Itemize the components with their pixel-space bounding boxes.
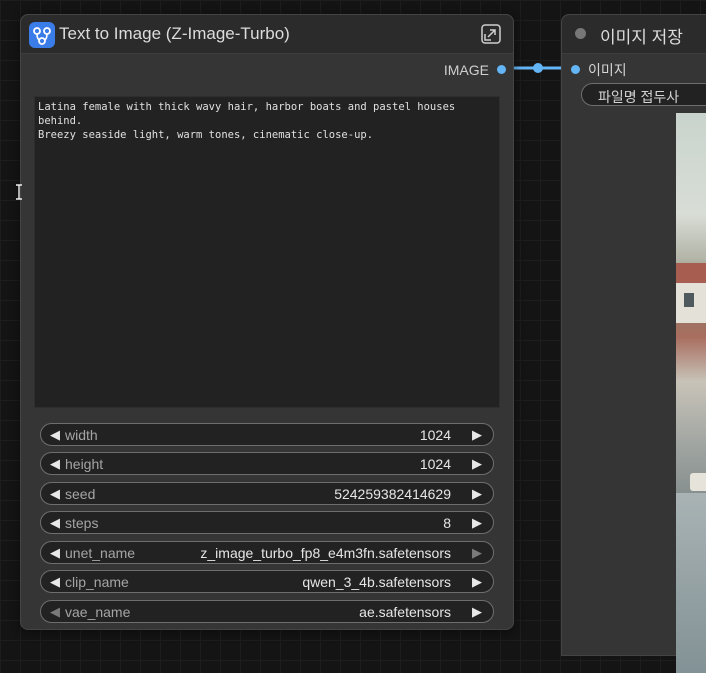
widget-label: width <box>65 427 98 443</box>
vae-name-combo[interactable]: ◀ vae_name ae.safetensors ▶ <box>40 600 494 623</box>
steps-widget[interactable]: ◀ steps 8 ▶ <box>40 511 494 534</box>
filename-prefix-widget[interactable]: 파일명 접두사 <box>581 83 706 106</box>
widget-value[interactable]: ae.safetensors <box>359 604 451 620</box>
seed-widget[interactable]: ◀ seed 524259382414629 ▶ <box>40 482 494 505</box>
node-title: Text to Image (Z-Image-Turbo) <box>59 24 290 43</box>
node-title: 이미지 저장 <box>600 28 683 47</box>
increment-arrow-icon[interactable]: ▶ <box>465 542 489 563</box>
workflow-icon <box>29 22 55 48</box>
widget-label: vae_name <box>65 604 131 620</box>
node-header[interactable]: 이미지 저장 <box>562 15 706 54</box>
image-preview[interactable] <box>676 113 706 673</box>
decrement-arrow-icon[interactable]: ◀ <box>43 542 67 563</box>
increment-arrow-icon[interactable]: ▶ <box>465 483 489 504</box>
widget-label: seed <box>65 486 96 502</box>
increment-arrow-icon[interactable]: ▶ <box>465 601 489 622</box>
widget-value[interactable]: 8 <box>443 515 451 531</box>
increment-arrow-icon[interactable]: ▶ <box>465 512 489 533</box>
widget-label: unet_name <box>65 545 136 561</box>
width-widget[interactable]: ◀ width 1024 ▶ <box>40 423 494 446</box>
node-header[interactable]: Text to Image (Z-Image-Turbo) <box>21 15 513 54</box>
expand-icon[interactable] <box>479 22 503 46</box>
input-label-image: 이미지 <box>588 62 627 78</box>
decrement-arrow-icon[interactable]: ◀ <box>43 601 67 622</box>
decrement-arrow-icon[interactable]: ◀ <box>43 453 67 474</box>
prompt-textarea[interactable]: Latina female with thick wavy hair, harb… <box>34 96 500 408</box>
unet-name-combo[interactable]: ◀ unet_name z_image_turbo_fp8_e4m3fn.saf… <box>40 541 494 564</box>
widget-label: clip_name <box>65 574 129 590</box>
height-widget[interactable]: ◀ height 1024 ▶ <box>40 452 494 475</box>
widget-value[interactable]: 1024 <box>420 427 451 443</box>
increment-arrow-icon[interactable]: ▶ <box>465 424 489 445</box>
widget-value[interactable]: 524259382414629 <box>334 486 451 502</box>
text-to-image-node[interactable]: Text to Image (Z-Image-Turbo) IMAGE Lati… <box>20 14 514 630</box>
decrement-arrow-icon[interactable]: ◀ <box>43 483 67 504</box>
text-cursor-icon <box>14 184 24 200</box>
output-label-image: IMAGE <box>443 62 489 78</box>
decrement-arrow-icon[interactable]: ◀ <box>43 512 67 533</box>
widget-label: steps <box>65 515 99 531</box>
clip-name-combo[interactable]: ◀ clip_name qwen_3_4b.safetensors ▶ <box>40 570 494 593</box>
widget-label: height <box>65 456 104 472</box>
increment-arrow-icon[interactable]: ▶ <box>465 453 489 474</box>
decrement-arrow-icon[interactable]: ◀ <box>43 424 67 445</box>
decrement-arrow-icon[interactable]: ◀ <box>43 571 67 592</box>
increment-arrow-icon[interactable]: ▶ <box>465 571 489 592</box>
status-dot-icon <box>575 28 586 39</box>
input-slot-image[interactable] <box>571 65 580 74</box>
widget-value[interactable]: 1024 <box>420 456 451 472</box>
save-image-node[interactable]: 이미지 저장 이미지 파일명 접두사 <box>561 14 706 673</box>
widget-value[interactable]: z_image_turbo_fp8_e4m3fn.safetensors <box>200 545 451 561</box>
widget-value[interactable]: qwen_3_4b.safetensors <box>302 574 451 590</box>
output-slot-image[interactable] <box>497 65 506 74</box>
